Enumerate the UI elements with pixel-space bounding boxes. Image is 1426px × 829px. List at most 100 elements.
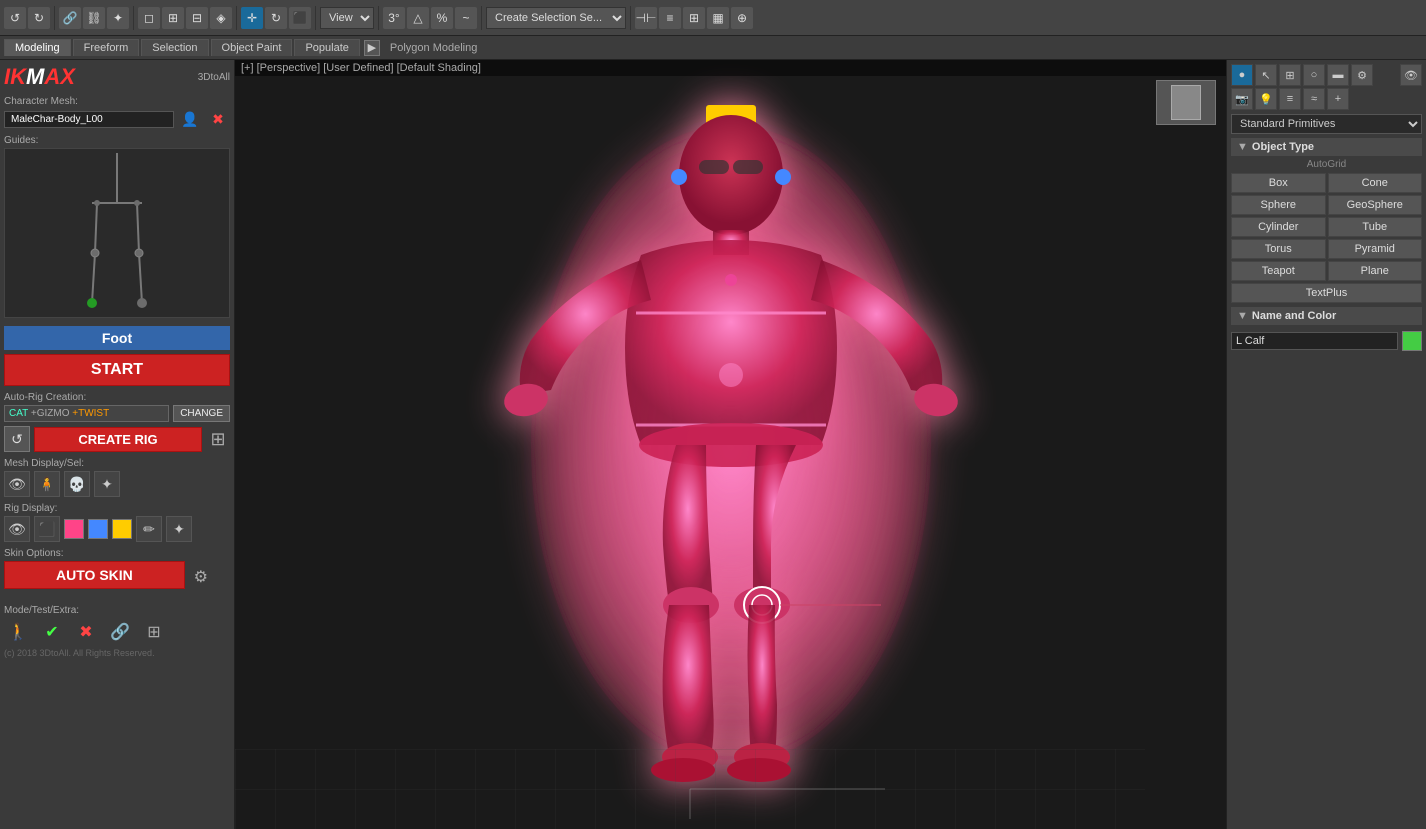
eye-icon[interactable]: 👁 <box>4 471 30 497</box>
torus-button[interactable]: Torus <box>1231 239 1326 259</box>
object-type-label: Object Type <box>1252 141 1314 153</box>
rig-display-label: Rig Display: <box>4 503 230 514</box>
char-mesh-icon1[interactable]: 👤 <box>178 109 202 129</box>
sep-2 <box>133 6 134 30</box>
tube-button[interactable]: Tube <box>1328 217 1423 237</box>
create-rig-button[interactable]: CREATE RIG <box>34 427 202 452</box>
rotate-icon[interactable]: ↻ <box>265 7 287 29</box>
redo-icon[interactable]: ↻ <box>28 7 50 29</box>
rt-extra2-icon[interactable]: + <box>1327 88 1349 110</box>
rig-brush-icon[interactable]: ✏ <box>136 516 162 542</box>
rt-settings-icon[interactable]: ⚙ <box>1351 64 1373 86</box>
rt-sphere-icon[interactable]: ● <box>1231 64 1253 86</box>
rt-sphere2-icon[interactable]: ○ <box>1303 64 1325 86</box>
tab-object-paint[interactable]: Object Paint <box>211 39 293 56</box>
color-picker[interactable] <box>1402 331 1422 351</box>
bind-icon[interactable]: ✦ <box>107 7 129 29</box>
rt-cam-icon[interactable]: 📷 <box>1231 88 1253 110</box>
mode-extra-icon[interactable]: ⊞ <box>140 618 168 646</box>
extra-icon[interactable]: ⊕ <box>731 7 753 29</box>
primitives-dropdown[interactable]: Standard Primitives <box>1231 114 1422 134</box>
change-button[interactable]: CHANGE <box>173 405 230 422</box>
skin-settings-icon[interactable]: ⚙ <box>189 567 213 587</box>
left-panel: IKMAX 3DtoAll Character Mesh: MaleChar-B… <box>0 60 235 829</box>
rig-color-pink[interactable] <box>64 519 84 539</box>
auto-skin-button[interactable]: AUTO SKIN <box>4 561 185 589</box>
paint-sel-icon[interactable]: ◈ <box>210 7 232 29</box>
layer-icon[interactable]: ▦ <box>707 7 729 29</box>
grid-icon[interactable]: ⊞ <box>683 7 705 29</box>
name-input[interactable] <box>1231 332 1398 350</box>
tab-selection[interactable]: Selection <box>141 39 208 56</box>
rig-color-blue[interactable] <box>88 519 108 539</box>
mode-row: 🚶 ✔ ✖ 🔗 ⊞ <box>4 618 230 646</box>
mirror-icon[interactable]: ⊣⊢ <box>635 7 657 29</box>
rt-grid2-icon[interactable]: ⊞ <box>1279 64 1301 86</box>
guides-label: Guides: <box>4 135 230 146</box>
rt-wave-icon[interactable]: ≈ <box>1303 88 1325 110</box>
mesh-display-label: Mesh Display/Sel: <box>4 458 230 469</box>
snap-icon[interactable]: 3° <box>383 7 405 29</box>
human-figure-svg <box>441 85 1021 805</box>
viewport-header: [+] [Perspective] [User Defined] [Defaul… <box>235 60 1226 76</box>
align-icon[interactable]: ≡ <box>659 7 681 29</box>
rig-eye-icon[interactable]: 👁 <box>4 516 30 542</box>
move-icon[interactable]: ✛ <box>241 7 263 29</box>
foot-label: Foot <box>4 326 230 350</box>
undo-button[interactable]: ↺ <box>4 426 30 452</box>
tab-freeform[interactable]: Freeform <box>73 39 140 56</box>
textplus-button[interactable]: TextPlus <box>1231 283 1422 303</box>
char-mesh-icon2[interactable]: ✖ <box>206 109 230 129</box>
link-icon[interactable]: 🔗 <box>59 7 81 29</box>
scale-icon[interactable]: ⬛ <box>289 7 311 29</box>
rig-color-yellow[interactable] <box>112 519 132 539</box>
tab-populate[interactable]: Populate <box>294 39 359 56</box>
char-mesh-row: MaleChar-Body_L00 👤 ✖ <box>4 109 230 129</box>
box-button[interactable]: Box <box>1231 173 1326 193</box>
tab-modeling[interactable]: Modeling <box>4 39 71 56</box>
viewport[interactable]: [+] [Perspective] [User Defined] [Defaul… <box>235 60 1226 829</box>
sphere-button[interactable]: Sphere <box>1231 195 1326 215</box>
mesh-bones-icon[interactable]: 💀 <box>64 471 90 497</box>
cat-tag: CAT +GIZMO +TWIST <box>4 405 169 422</box>
unlink-icon[interactable]: ⛓ <box>83 7 105 29</box>
rt-eye-icon[interactable]: 👁 <box>1400 64 1422 86</box>
plane-button[interactable]: Plane <box>1328 261 1423 281</box>
name-color-rollout[interactable]: ▼ Name and Color <box>1231 307 1422 325</box>
mesh-person-icon[interactable]: 🧍 <box>34 471 60 497</box>
spinner-snap-icon[interactable]: ~ <box>455 7 477 29</box>
rt-cursor-icon[interactable]: ↖ <box>1255 64 1277 86</box>
geosphere-button[interactable]: GeoSphere <box>1328 195 1423 215</box>
guides-preview <box>4 148 230 318</box>
start-button[interactable]: START <box>4 354 230 386</box>
rt-layers-icon[interactable]: ≡ <box>1279 88 1301 110</box>
view-dropdown[interactable]: View <box>320 7 374 29</box>
top-toolbar: ↺ ↻ 🔗 ⛓ ✦ ◻ ⊞ ⊟ ◈ ✛ ↻ ⬛ View 3° △ % ~ Cr… <box>0 0 1426 36</box>
undo-icon[interactable]: ↺ <box>4 7 26 29</box>
poly-modeling-label: Polygon Modeling <box>382 40 485 56</box>
rt-light-icon[interactable]: 💡 <box>1255 88 1277 110</box>
cylinder-button[interactable]: Cylinder <box>1231 217 1326 237</box>
mode-walk-icon[interactable]: 🚶 <box>4 618 32 646</box>
mesh-special-icon[interactable]: ✦ <box>94 471 120 497</box>
mode-cross-icon[interactable]: ✖ <box>72 618 100 646</box>
create-rig-extra-icon[interactable]: ⊞ <box>206 429 230 449</box>
teapot-button[interactable]: Teapot <box>1231 261 1326 281</box>
viewport-thumbnail <box>1156 80 1216 125</box>
angle-snap-icon[interactable]: △ <box>407 7 429 29</box>
rt-flat-icon[interactable]: ▬ <box>1327 64 1349 86</box>
select-icon[interactable]: ◻ <box>138 7 160 29</box>
mode-link-icon[interactable]: 🔗 <box>106 618 134 646</box>
object-type-rollout[interactable]: ▼ Object Type <box>1231 138 1422 156</box>
tab-extra[interactable]: ▶ <box>364 40 380 56</box>
create-sel-dropdown[interactable]: Create Selection Se... <box>486 7 626 29</box>
rig-box-icon[interactable]: ⬛ <box>34 516 60 542</box>
pyramid-button[interactable]: Pyramid <box>1328 239 1423 259</box>
cone-button[interactable]: Cone <box>1328 173 1423 193</box>
rect-select-icon[interactable]: ⊞ <box>162 7 184 29</box>
rig-display-icons: 👁 ⬛ ✏ ✦ <box>4 516 230 542</box>
rig-extra-icon[interactable]: ✦ <box>166 516 192 542</box>
lasso-icon[interactable]: ⊟ <box>186 7 208 29</box>
mode-check-icon[interactable]: ✔ <box>38 618 66 646</box>
percent-snap-icon[interactable]: % <box>431 7 453 29</box>
